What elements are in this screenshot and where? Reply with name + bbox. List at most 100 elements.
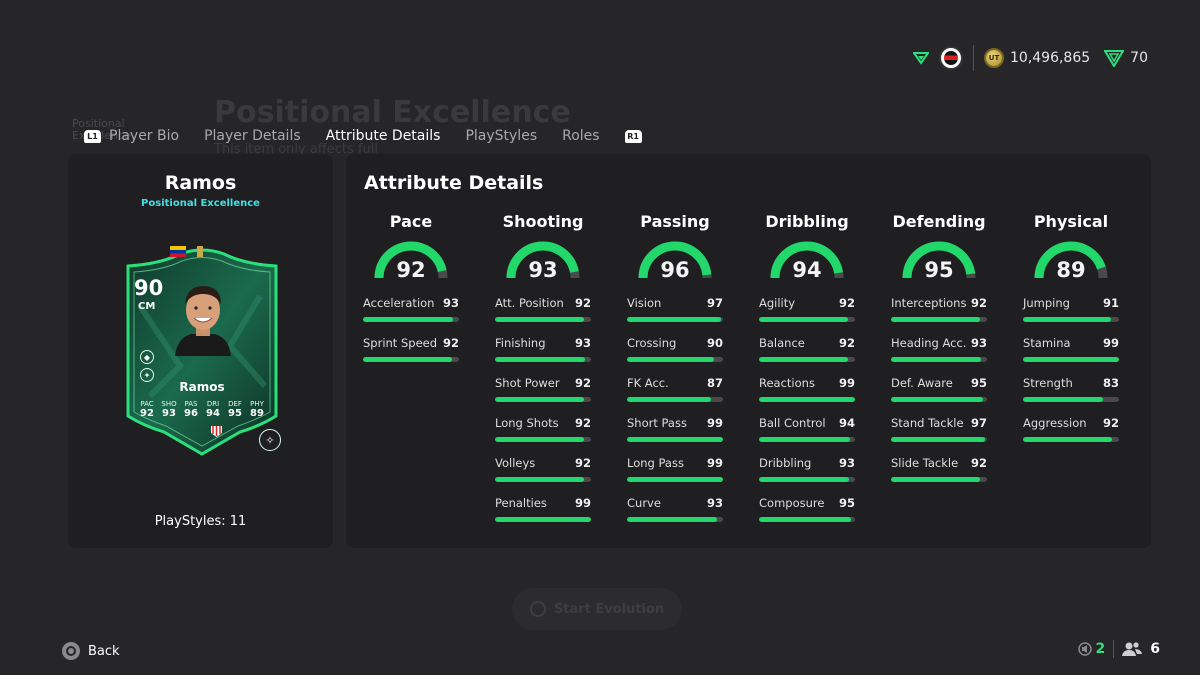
attribute-stat-bar-fill (759, 477, 850, 482)
attribute-stat-bar (759, 437, 855, 442)
attribute-stat-name: Sprint Speed (363, 336, 438, 350)
l1-button-hint[interactable]: L1 (84, 129, 101, 143)
attribute-stat-bar (627, 397, 723, 402)
player-portrait (175, 286, 231, 356)
attribute-details-panel: Attribute Details Pace 92 Acceleration 93 Sp… (346, 154, 1151, 548)
attribute-gauge: 89 (1023, 238, 1119, 294)
attribute-stat-row: Stand Tackle 97 (891, 416, 987, 456)
card-stat-label: PAC (140, 400, 154, 408)
attribute-stat-name: Long Pass (627, 456, 684, 470)
card-stat-label: DRI (206, 400, 220, 408)
rank-chevron-icon (913, 52, 929, 65)
attribute-stat-bar (495, 357, 591, 362)
attribute-stat-bar (759, 357, 855, 362)
attribute-stat-bar-fill (627, 437, 723, 442)
attribute-category-value: 92 (396, 258, 426, 282)
attribute-stat-value: 95 (970, 376, 987, 390)
attribute-stat-row: Crossing 90 (627, 336, 723, 376)
attribute-stat-bar (1023, 437, 1119, 442)
attribute-stat-name: Finishing (495, 336, 546, 350)
attribute-stat-bar (495, 437, 591, 442)
card-stat: PAS 96 (180, 400, 202, 419)
attribute-category-title: Dribbling (765, 212, 849, 231)
attribute-stat-value: 93 (574, 336, 591, 350)
attribute-stat-bar-fill (759, 397, 855, 402)
card-stat-label: SHO (161, 400, 177, 408)
back-button[interactable]: Back (62, 642, 120, 660)
attribute-stat-name: Reactions (759, 376, 815, 390)
player-card[interactable]: 90 CM ◆ ✦ Ramos PAC 92 SHO 93 PAS 96 DRI 94 … (120, 246, 284, 456)
start-evolution-label: Start Evolution (553, 601, 665, 617)
attribute-stat-bar (1023, 357, 1119, 362)
r1-button-hint[interactable]: R1 (624, 129, 642, 143)
attribute-stat-row: Slide Tackle 92 (891, 456, 987, 496)
attribute-stat-name: Volleys (495, 456, 536, 470)
attribute-stat-row: Strength 83 (1023, 376, 1119, 416)
league-logo-icon (197, 246, 203, 257)
attribute-stat-value: 92 (838, 296, 855, 310)
attribute-stat-row: Aggression 92 (1023, 416, 1119, 456)
points-icon (1104, 50, 1125, 67)
attribute-stat-bar-fill (891, 317, 981, 322)
attribute-stat-value: 92 (574, 376, 591, 390)
attribute-stat-bar (891, 397, 987, 402)
divider (973, 45, 974, 71)
attribute-stat-value: 92 (574, 456, 591, 470)
attribute-stat-bar-fill (627, 317, 722, 322)
attribute-stat-value: 95 (838, 496, 855, 510)
card-stat: DEF 95 (224, 400, 246, 419)
attribute-stat-name: Penalties (495, 496, 547, 510)
attribute-stat-row: Short Pass 99 (627, 416, 723, 456)
attribute-category-value: 89 (1056, 258, 1086, 282)
attribute-stat-row: Volleys 92 (495, 456, 591, 496)
playstyle-icon: ◆ (140, 350, 154, 364)
tab-player-details[interactable]: Player Details (204, 128, 301, 144)
card-stats: PAC 92 SHO 93 PAS 96 DRI 94 DEF 95 PHY 89 (136, 400, 268, 419)
attribute-stat-value: 99 (574, 496, 591, 510)
attribute-gauge: 94 (759, 238, 855, 294)
controller-button-icon (529, 601, 546, 617)
attribute-stat-row: Shot Power 92 (495, 376, 591, 416)
coins-icon: UT (984, 48, 1004, 68)
footer-indicators: 2 6 (1077, 640, 1160, 658)
attribute-stat-name: Interceptions (891, 296, 967, 310)
attribute-stat-value: 83 (1102, 376, 1119, 390)
attribute-column: Dribbling 94 Agility 92 Balance 92 Reactions 99… (759, 212, 855, 536)
card-rating: 90 (134, 276, 164, 300)
attribute-stat-value: 87 (706, 376, 723, 390)
card-stat-value: 95 (228, 408, 242, 419)
attribute-stat-row: Composure 95 (759, 496, 855, 536)
playstyles-count: PlayStyles: 11 (154, 514, 247, 529)
attribute-column: Defending 95 Interceptions 92 Heading Acc. 93… (891, 212, 987, 496)
attribute-column: Passing 96 Vision 97 Crossing 90 FK Acc. 87 Shor… (627, 212, 723, 536)
card-stat: DRI 94 (202, 400, 224, 419)
tab-roles[interactable]: Roles (562, 128, 599, 144)
attribute-stat-name: Def. Aware (891, 376, 953, 390)
points-balance: 70 (1130, 50, 1148, 66)
attribute-stat-row: Finishing 93 (495, 336, 591, 376)
start-evolution-button: Start Evolution (512, 588, 682, 630)
attribute-stat-name: Acceleration (363, 296, 435, 310)
attribute-gauge: 95 (891, 238, 987, 294)
tab-player-bio[interactable]: Player Bio (109, 128, 179, 144)
tab-attribute-details[interactable]: Attribute Details (326, 128, 441, 144)
tab-playstyles[interactable]: PlayStyles (465, 128, 537, 144)
attribute-category-value: 96 (660, 258, 690, 282)
card-stat: SHO 93 (158, 400, 180, 419)
attribute-stat-bar (891, 317, 987, 322)
attribute-stat-bar (627, 517, 723, 522)
card-stat-value: 94 (206, 408, 220, 419)
attribute-stat-name: Vision (627, 296, 662, 310)
attribute-stat-name: Shot Power (495, 376, 560, 390)
card-stat-label: DEF (228, 400, 242, 408)
attribute-stat-value: 93 (442, 296, 459, 310)
attribute-stat-bar (627, 477, 723, 482)
attribute-stat-bar-fill (495, 357, 586, 362)
attribute-stat-bar-fill (627, 517, 718, 522)
attribute-stat-name: FK Acc. (627, 376, 669, 390)
circle-button-icon (62, 642, 80, 660)
attribute-stat-bar-fill (495, 477, 585, 482)
attribute-stat-value: 93 (970, 336, 987, 350)
attribute-stat-name: Stand Tackle (891, 416, 964, 430)
attribute-stat-value: 92 (1102, 416, 1119, 430)
